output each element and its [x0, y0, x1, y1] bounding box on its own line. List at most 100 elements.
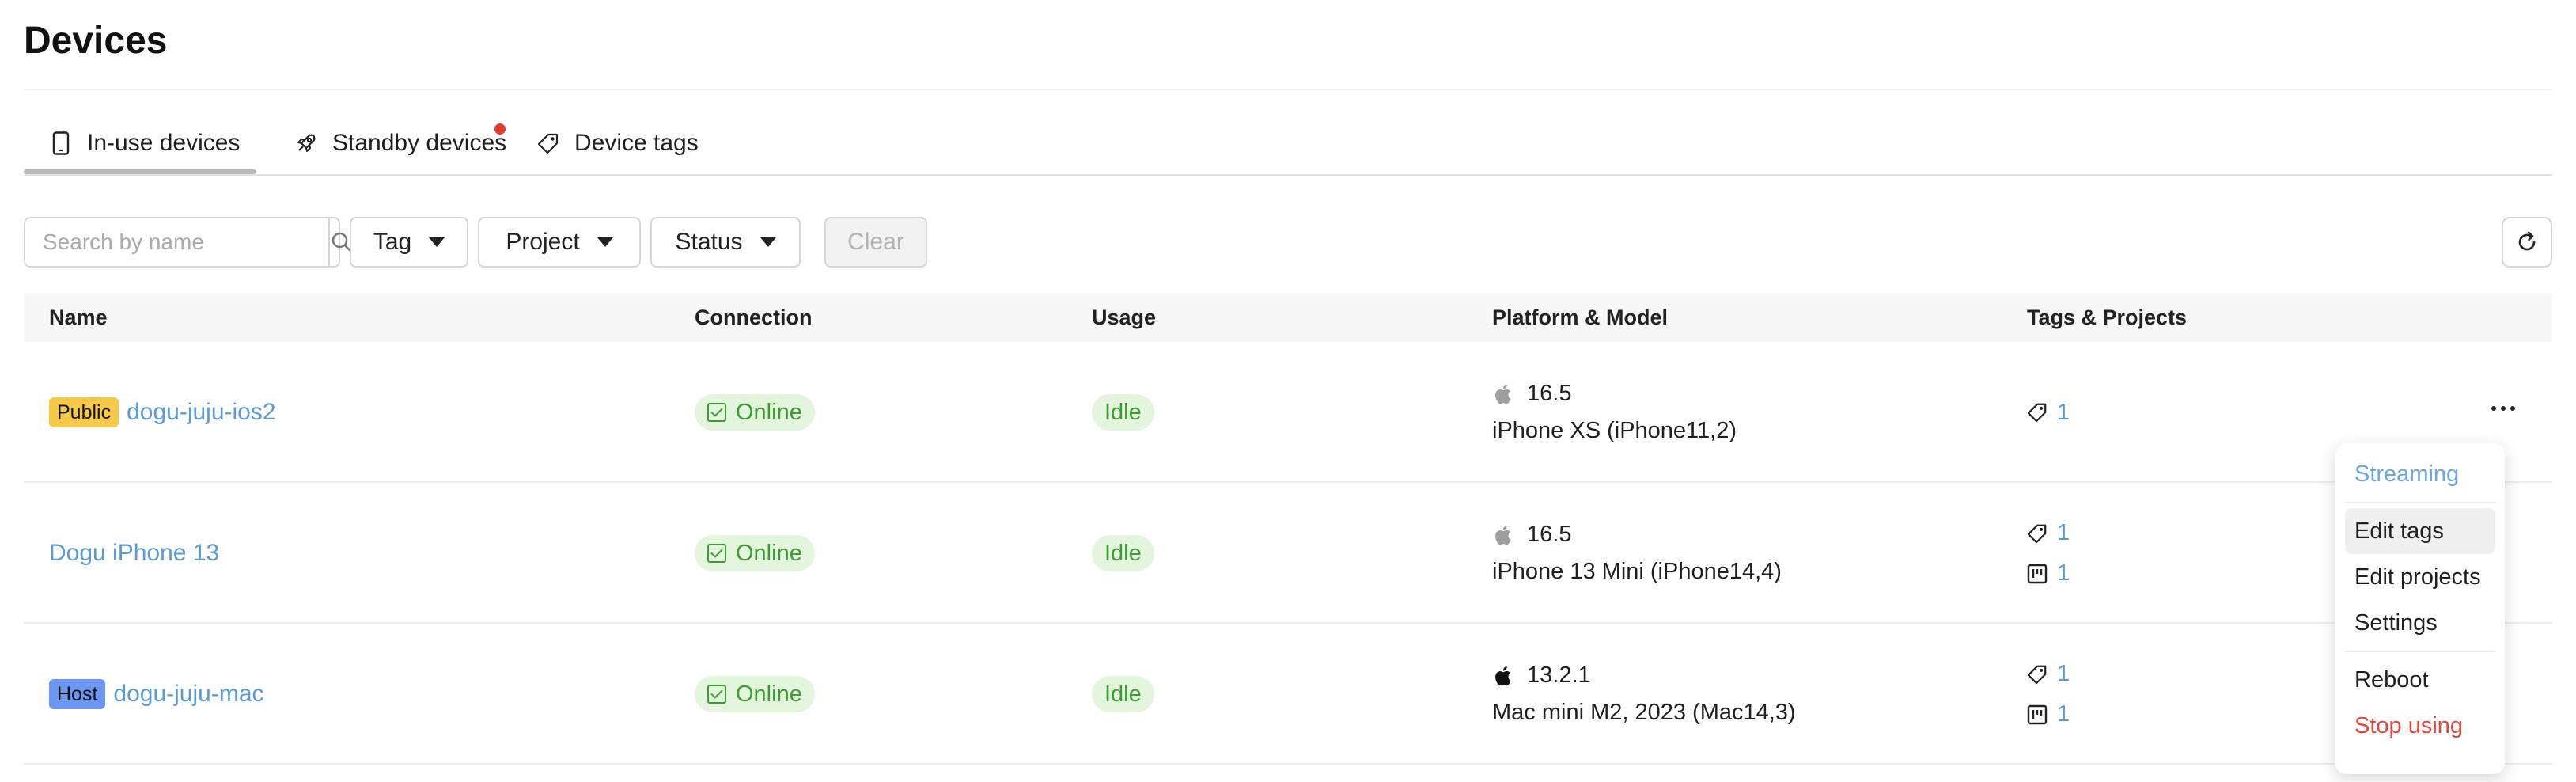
project-board-icon	[2027, 564, 2048, 583]
tag-icon	[536, 131, 560, 155]
ellipsis-icon-dot	[2501, 406, 2506, 411]
ellipsis-icon-dot	[2510, 406, 2515, 411]
device-name-link[interactable]: dogu-juju-mac	[113, 681, 263, 708]
menu-item-streaming[interactable]: Streaming	[2345, 451, 2495, 497]
refresh-button[interactable]	[2502, 217, 2552, 268]
device-actions-menu: Streaming Edit tags Edit projects Settin…	[2335, 443, 2505, 774]
usage-badge: Idle	[1092, 394, 1154, 431]
check-icon	[707, 544, 726, 563]
check-icon	[707, 403, 726, 422]
menu-item-edit-projects[interactable]: Edit projects	[2345, 554, 2495, 600]
search-box	[24, 217, 352, 268]
tab-label: In-use devices	[87, 130, 241, 156]
status-filter-label: Status	[675, 229, 743, 255]
check-icon	[707, 685, 726, 704]
public-badge: Public	[49, 397, 119, 427]
caret-down-icon	[597, 237, 613, 247]
online-status-badge: Online	[695, 394, 815, 431]
table-row: Public dogu-juju-ios2 Online Idle 16.5 i…	[24, 342, 2552, 483]
column-header-name: Name	[49, 306, 108, 329]
usage-badge: Idle	[1092, 676, 1154, 712]
usage-cell: Idle	[1092, 624, 1154, 765]
connection-label: Online	[736, 540, 802, 566]
menu-divider	[2345, 502, 2495, 503]
tags-count-link[interactable]: 1	[2027, 661, 2070, 687]
column-header-usage: Usage	[1092, 306, 1157, 329]
status-filter-button[interactable]: Status	[650, 217, 801, 268]
device-model: iPhone 13 Mini (iPhone14,4)	[1492, 559, 1782, 584]
apple-icon	[1495, 666, 1511, 685]
caret-down-icon	[760, 237, 776, 247]
connection-cell: Online	[695, 342, 815, 483]
tab-standby-devices[interactable]: Standby devices	[294, 111, 506, 176]
caret-down-icon	[429, 237, 445, 247]
device-tabs: In-use devices Standby devices Device ta…	[24, 111, 2552, 176]
tags-count: 1	[2057, 520, 2070, 545]
tag-filter-button[interactable]: Tag	[350, 217, 468, 268]
tags-count: 1	[2057, 661, 2070, 686]
search-input[interactable]	[25, 218, 328, 266]
menu-item-reboot[interactable]: Reboot	[2345, 657, 2495, 703]
tag-filter-label: Tag	[373, 229, 412, 255]
online-status-badge: Online	[695, 676, 815, 712]
page-title: Devices	[24, 20, 168, 62]
tags-count-link[interactable]: 1	[2027, 400, 2070, 426]
ellipsis-icon	[2491, 406, 2496, 411]
tags-projects-cell: 1 1	[2027, 624, 2070, 765]
filter-bar: Tag Project Status Clear	[24, 217, 2552, 268]
project-filter-button[interactable]: Project	[478, 217, 641, 268]
phone-icon	[49, 131, 73, 155]
connection-label: Online	[736, 681, 802, 707]
connection-cell: Online	[695, 624, 815, 765]
tags-projects-cell: 1	[2027, 342, 2070, 483]
os-version-line: 16.5	[1492, 522, 1782, 548]
projects-count-link[interactable]: 1	[2027, 701, 2070, 727]
devices-page: Devices In-use devices Standby devices D…	[24, 0, 2552, 782]
more-actions-button[interactable]	[2484, 389, 2522, 427]
usage-cell: Idle	[1092, 483, 1154, 624]
notification-dot	[494, 123, 506, 135]
device-name-link[interactable]: dogu-juju-ios2	[127, 399, 275, 426]
apple-icon	[1495, 525, 1511, 545]
column-header-connection: Connection	[695, 306, 813, 329]
tab-device-tags[interactable]: Device tags	[536, 111, 699, 176]
device-model: Mac mini M2, 2023 (Mac14,3)	[1492, 700, 1796, 725]
os-version: 16.5	[1527, 522, 1572, 547]
menu-item-stop-using[interactable]: Stop using	[2345, 703, 2495, 749]
refresh-icon	[2518, 231, 2536, 251]
usage-badge: Idle	[1092, 535, 1154, 571]
device-name-link[interactable]: Dogu iPhone 13	[49, 540, 219, 567]
tag-icon	[2027, 665, 2047, 684]
online-status-badge: Online	[695, 535, 815, 571]
host-badge: Host	[49, 679, 106, 709]
device-model: iPhone XS (iPhone11,2)	[1492, 418, 1737, 443]
tag-icon	[2027, 403, 2047, 423]
apple-icon	[1495, 384, 1511, 404]
platform-cell: 13.2.1 Mac mini M2, 2023 (Mac14,3)	[1492, 624, 1796, 765]
tab-label: Standby devices	[332, 130, 507, 156]
table-row: Dogu iPhone 13 Online Idle 16.5 iPhone 1…	[24, 483, 2552, 624]
devices-table: Name Connection Usage Platform & Model T…	[24, 293, 2552, 765]
tags-count-link[interactable]: 1	[2027, 520, 2070, 546]
platform-cell: 16.5 iPhone 13 Mini (iPhone14,4)	[1492, 483, 1782, 624]
projects-count: 1	[2057, 701, 2070, 727]
table-row: Host dogu-juju-mac Online Idle 13.2.1 Ma…	[24, 624, 2552, 765]
os-version: 13.2.1	[1527, 662, 1591, 688]
rocket-icon	[294, 131, 318, 155]
menu-item-edit-tags[interactable]: Edit tags	[2345, 508, 2495, 554]
menu-item-settings[interactable]: Settings	[2345, 600, 2495, 646]
tags-projects-cell: 1 1	[2027, 483, 2070, 624]
tab-in-use-devices[interactable]: In-use devices	[49, 111, 240, 176]
projects-count: 1	[2057, 560, 2070, 586]
projects-count-link[interactable]: 1	[2027, 560, 2070, 586]
os-version-line: 16.5	[1492, 381, 1737, 407]
tabs-divider	[24, 174, 2552, 176]
clear-button[interactable]: Clear	[824, 217, 927, 268]
name-cell: Public dogu-juju-ios2	[49, 342, 276, 483]
name-cell: Dogu iPhone 13	[49, 483, 219, 624]
project-board-icon	[2027, 704, 2048, 724]
title-divider	[24, 89, 2552, 90]
name-cell: Host dogu-juju-mac	[49, 624, 264, 765]
os-version: 16.5	[1527, 381, 1572, 406]
column-header-tags-projects: Tags & Projects	[2027, 306, 2188, 329]
